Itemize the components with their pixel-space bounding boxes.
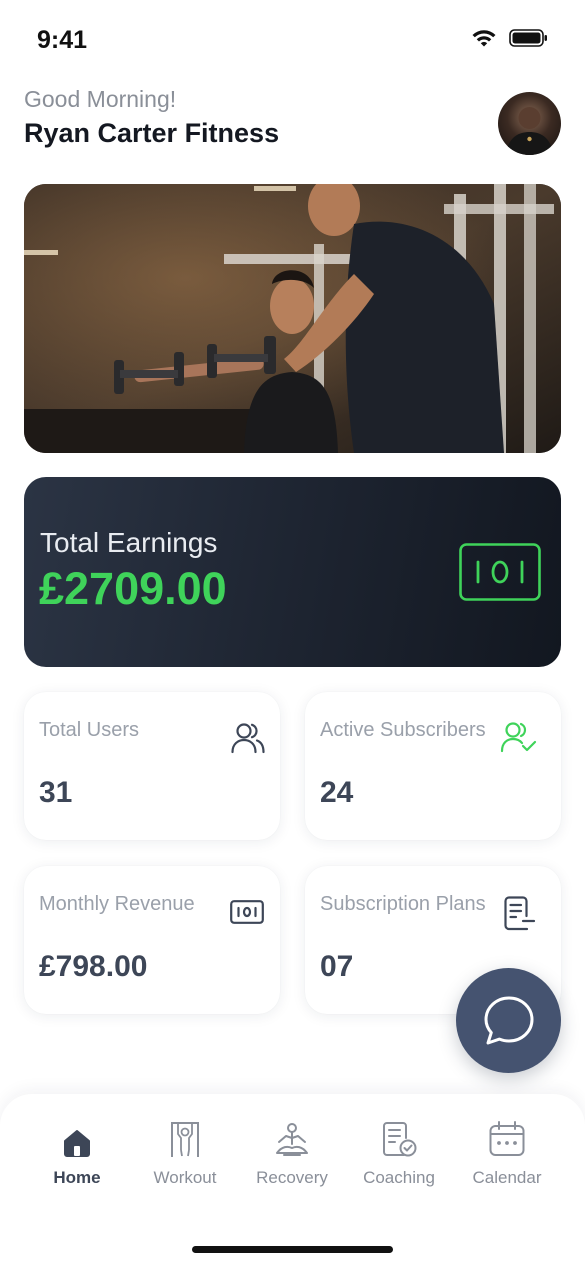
earnings-value: £2709.00: [39, 563, 227, 614]
status-bar: 9:41: [0, 0, 585, 80]
stat-label: Subscription Plans: [320, 893, 486, 915]
tab-label: Workout: [153, 1168, 217, 1187]
battery-icon: [509, 29, 547, 47]
meditation-icon: [276, 1123, 308, 1156]
stat-value: 31: [39, 776, 73, 809]
stat-value: £798.00: [39, 950, 148, 983]
tab-coaching[interactable]: Coaching: [345, 1116, 453, 1196]
tab-label: Home: [53, 1168, 101, 1187]
status-icons: [471, 28, 549, 48]
home-indicator[interactable]: [192, 1246, 393, 1253]
stat-label: Total Users: [39, 719, 140, 741]
chat-button[interactable]: [456, 968, 561, 1073]
page-title: Ryan Carter Fitness: [24, 118, 280, 148]
tab-label: Recovery: [256, 1168, 328, 1187]
stat-card-total-users[interactable]: Total Users 31: [24, 692, 280, 840]
stat-card-monthly-revenue[interactable]: Monthly Revenue £798.00: [24, 866, 280, 1014]
calendar-icon: [489, 1121, 525, 1156]
chat-bubble-icon: [484, 996, 533, 1044]
cash-icon: [230, 900, 264, 924]
document-icon: [504, 896, 536, 931]
home-icon: [64, 1130, 90, 1157]
tab-home[interactable]: Home: [23, 1116, 131, 1196]
earnings-label: Total Earnings: [40, 527, 218, 558]
greeting-text: Good Morning!: [24, 86, 177, 112]
tab-label: Coaching: [363, 1168, 435, 1187]
avatar[interactable]: [498, 92, 561, 155]
status-time: 9:41: [37, 26, 88, 54]
stat-card-active-subscribers[interactable]: Active Subscribers 24: [305, 692, 561, 840]
hero-image: [24, 184, 561, 453]
tab-workout[interactable]: Workout: [131, 1116, 239, 1196]
avatar-photo: [506, 107, 553, 155]
stat-value: 24: [320, 776, 354, 809]
bottom-tab-bar: Home Workout Recovery Coaching Calendar: [0, 1094, 585, 1266]
cash-icon: [459, 543, 541, 601]
stat-label: Active Subscribers: [320, 719, 486, 741]
tab-calendar[interactable]: Calendar: [453, 1116, 561, 1196]
user-check-icon: [500, 722, 537, 753]
tab-label: Calendar: [472, 1168, 542, 1187]
clipboard-check-icon: [383, 1122, 417, 1157]
tab-recovery[interactable]: Recovery: [238, 1116, 346, 1196]
stat-value: 07: [320, 950, 354, 983]
pull-up-bar-icon: [171, 1122, 199, 1157]
stat-label: Monthly Revenue: [39, 893, 195, 915]
total-earnings-card[interactable]: Total Earnings £2709.00: [24, 477, 561, 667]
wifi-icon: [472, 30, 496, 47]
users-icon: [231, 723, 265, 754]
